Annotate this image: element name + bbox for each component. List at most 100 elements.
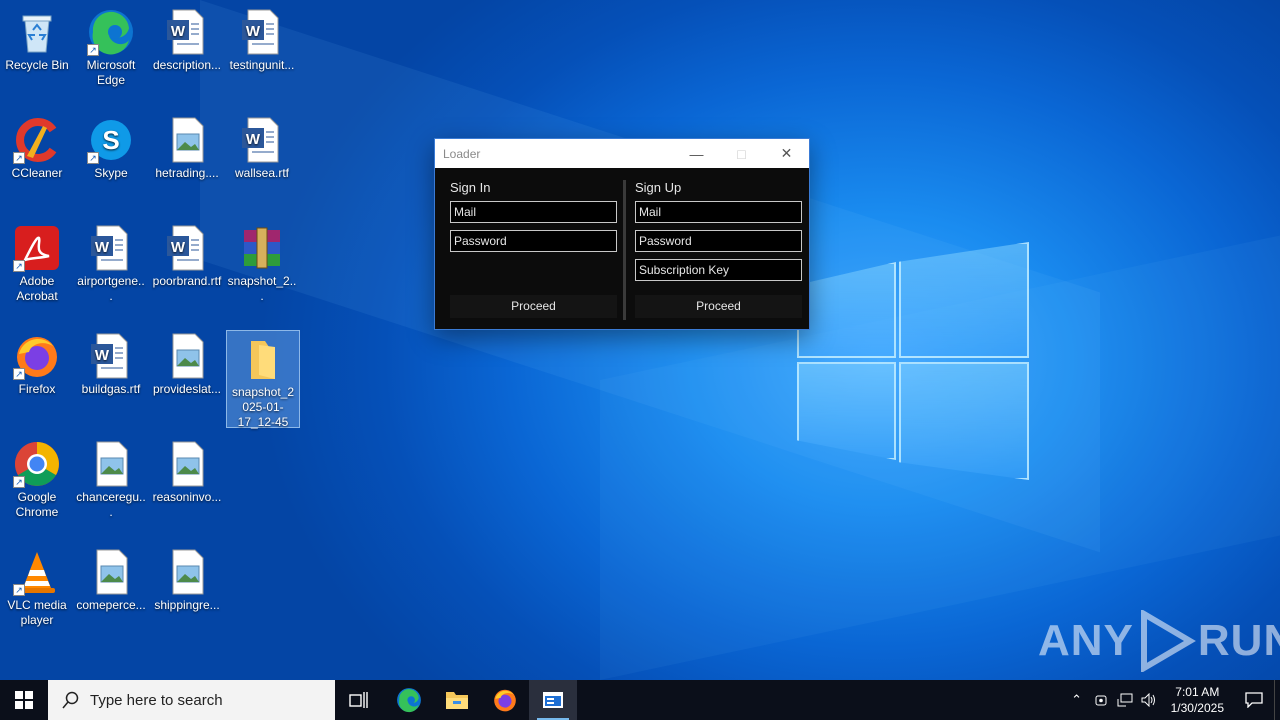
icon-label: reasoninvo... (152, 490, 222, 504)
taskbar: Type here to search ⌃ 7:01 AM 1/30/2025 (0, 680, 1280, 720)
desktop-icon-recycle-bin[interactable]: Recycle Bin (0, 4, 74, 73)
desktop-icon-vlc[interactable]: ↗ VLC media player (0, 544, 74, 628)
icon-label: Microsoft Edge (86, 58, 136, 87)
taskbar-search-box[interactable]: Type here to search (48, 680, 335, 720)
image-file-icon (87, 548, 135, 596)
tray-volume-button[interactable] (1137, 680, 1161, 720)
notification-icon (1245, 692, 1263, 708)
close-icon: ✕ (780, 145, 793, 161)
icon-label: provideslat... (152, 382, 222, 396)
start-button[interactable] (0, 680, 48, 720)
svg-text:W: W (246, 23, 261, 40)
shortcut-arrow-icon: ↗ (13, 368, 25, 380)
title-bar[interactable]: Loader — □ ✕ (435, 139, 809, 168)
loader-window: Loader — □ ✕ Sign In Proceed Sign Up Pro… (434, 138, 810, 330)
windows-logo-pane (899, 362, 1029, 480)
windows-start-icon (15, 691, 33, 709)
desktop-icon-file[interactable]: chanceregu... (74, 436, 148, 520)
system-tray: ⌃ 7:01 AM 1/30/2025 (1065, 680, 1280, 720)
tray-network-button[interactable] (1113, 680, 1137, 720)
shortcut-arrow-icon: ↗ (87, 152, 99, 164)
desktop-icon-file[interactable]: W buildgas.rtf (74, 328, 148, 397)
image-file-icon (163, 548, 211, 596)
action-center-button[interactable] (1234, 680, 1274, 720)
play-logo-icon (1140, 610, 1196, 672)
desktop-icon-file[interactable]: W airportgene... (74, 220, 148, 304)
show-hidden-icons-button[interactable]: ⌃ (1065, 680, 1089, 720)
icon-label: comeperce... (76, 598, 146, 612)
shortcut-arrow-icon: ↗ (13, 476, 25, 488)
app-window-icon (543, 692, 563, 708)
icon-label: snapshot_2025-01-17_12-45 (231, 385, 295, 429)
taskbar-edge[interactable] (385, 680, 433, 720)
word-doc-icon: W (238, 8, 286, 56)
desktop-icon-file[interactable]: W wallsea.rtf (225, 112, 299, 181)
window-title: Loader (443, 146, 481, 161)
task-view-button[interactable] (335, 680, 383, 720)
sign-in-mail-input[interactable] (450, 201, 617, 223)
icon-label: testingunit... (229, 58, 295, 72)
desktop-icon-file[interactable]: reasoninvo... (150, 436, 224, 505)
desktop-icon-skype[interactable]: S ↗ Skype (74, 112, 148, 181)
desktop-icon-chrome[interactable]: ↗ Google Chrome (0, 436, 74, 520)
word-doc-icon: W (163, 224, 211, 272)
desktop-icon-folder[interactable]: snapshot_2025-01-17_12-45 (226, 330, 300, 429)
icon-label: CCleaner (11, 166, 63, 180)
icon-label: description... (152, 58, 222, 72)
skype-icon: S ↗ (87, 116, 135, 164)
sign-up-mail-input[interactable] (635, 201, 802, 223)
desktop-icon-file[interactable]: provideslat... (150, 328, 224, 397)
desktop-icon-ccleaner[interactable]: ↗ CCleaner (0, 112, 74, 181)
clock-date: 1/30/2025 (1170, 701, 1224, 715)
shortcut-arrow-icon: ↗ (13, 260, 25, 272)
close-button[interactable]: ✕ (764, 139, 809, 168)
shortcut-arrow-icon: ↗ (13, 584, 25, 596)
file-explorer-icon (446, 692, 468, 709)
taskbar-file-explorer[interactable] (433, 680, 481, 720)
desktop-icon-acrobat[interactable]: ↗ Adobe Acrobat (0, 220, 74, 304)
chevron-up-icon: ⌃ (1071, 692, 1083, 707)
windows-logo-pane (899, 242, 1029, 358)
sign-in-heading: Sign In (450, 180, 491, 195)
svg-text:W: W (171, 239, 186, 256)
word-doc-icon: W (87, 332, 135, 380)
desktop-icon-file[interactable]: shippingre... (150, 544, 224, 613)
network-icon (1117, 693, 1133, 707)
tray-security-button[interactable] (1089, 680, 1113, 720)
sign-up-proceed-button[interactable]: Proceed (635, 295, 802, 318)
desktop-icon-firefox[interactable]: ↗ Firefox (0, 328, 74, 397)
watermark-text-right: RUN (1197, 616, 1280, 665)
sign-up-heading: Sign Up (635, 180, 682, 195)
anyrun-watermark: ANY RUN (1038, 610, 1280, 672)
window-body: Sign In Proceed Sign Up Proceed (435, 168, 809, 329)
desktop-icon-file[interactable]: comeperce... (74, 544, 148, 613)
shortcut-arrow-icon: ↗ (13, 152, 25, 164)
watermark-text-left: ANY (1038, 616, 1134, 665)
desktop-icon-file[interactable]: W testingunit... (225, 4, 299, 73)
sign-up-password-input[interactable] (635, 230, 802, 252)
taskbar-clock[interactable]: 7:01 AM 1/30/2025 (1161, 684, 1234, 716)
word-doc-icon: W (87, 224, 135, 272)
taskbar-firefox[interactable] (481, 680, 529, 720)
sign-up-subscription-key-input[interactable] (635, 259, 802, 281)
show-desktop-button[interactable] (1274, 680, 1280, 720)
svg-text:S: S (102, 125, 119, 155)
desktop-icon-file[interactable]: W description... (150, 4, 224, 73)
image-file-icon (163, 440, 211, 488)
svg-text:W: W (171, 23, 186, 40)
minimize-button[interactable]: — (674, 139, 719, 168)
sign-in-proceed-button[interactable]: Proceed (450, 295, 617, 318)
desktop-icon-edge[interactable]: ↗ Microsoft Edge (74, 4, 148, 88)
svg-text:W: W (95, 239, 110, 256)
ccleaner-icon: ↗ (13, 116, 61, 164)
taskbar-loader-app[interactable] (529, 680, 577, 720)
edge-icon: ↗ (87, 8, 135, 56)
icon-label: poorbrand.rtf (152, 274, 222, 288)
desktop-icon-file[interactable]: hetrading.... (150, 112, 224, 181)
desktop-icon-file[interactable]: W poorbrand.rtf (150, 220, 224, 289)
edge-icon (397, 688, 421, 713)
sign-in-password-input[interactable] (450, 230, 617, 252)
desktop-icon-file[interactable]: snapshot_2... (225, 220, 299, 304)
icon-label: chanceregu... (76, 490, 146, 519)
maximize-button[interactable]: □ (719, 139, 764, 168)
